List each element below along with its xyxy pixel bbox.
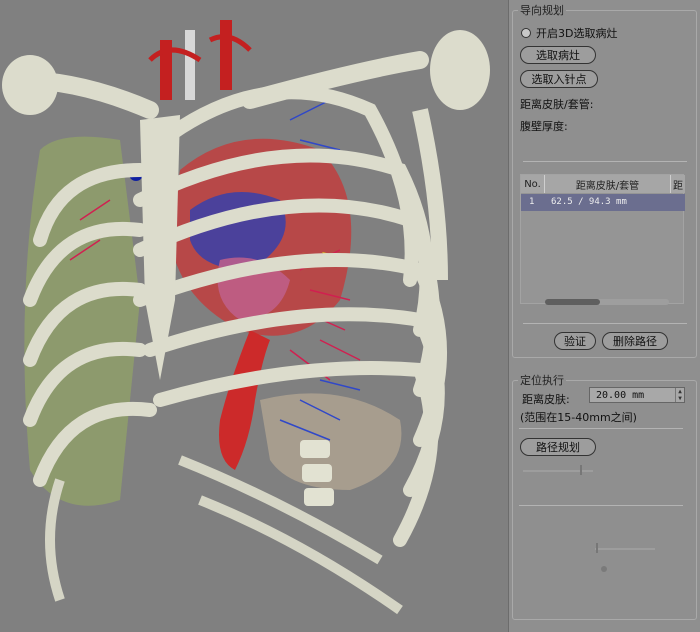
table-scrollbar-thumb[interactable] [545,299,600,305]
delete-path-button[interactable]: 删除路径 [602,332,668,350]
disabled-slider-1-thumb [580,465,582,475]
navigation-title: 导向规划 [518,2,566,18]
skin-distance-input-label: 距离皮肤: [522,393,570,406]
disabled-dot [601,566,607,572]
route-table[interactable]: No. 距离皮肤/套管 距 1 62.5 / 94.3 mm [520,174,685,305]
right-shoulder [430,30,490,110]
fat-thickness-label: 腹壁厚度: [520,120,568,133]
ribcage-render [2,20,490,615]
disabled-slider-2-thumb [596,543,598,553]
spine [300,440,334,506]
table-scrollbar[interactable] [545,299,669,305]
trachea [185,30,195,100]
control-panel: 导向规划 开启3D选取病灶 选取病灶 选取入针点 距离皮肤/套管: 腹壁厚度: … [508,0,700,632]
positioning-divider [519,428,683,429]
navigation-section: 导向规划 开启3D选取病灶 选取病灶 选取入针点 距离皮肤/套管: 腹壁厚度: … [512,2,697,358]
select-entry-button[interactable]: 选取入针点 [520,70,598,88]
disabled-divider [519,505,683,506]
disabled-slider-1 [523,470,593,472]
table-divider [523,323,687,324]
table-header-no[interactable]: No. [521,175,545,193]
table-header-extra[interactable]: 距 [671,175,685,193]
row-value: 62.5 / 94.3 mm [551,197,627,207]
row-no: 1 [529,197,535,207]
lung-left [24,136,140,506]
enable-3d-label: 开启3D选取病灶 [536,27,618,40]
select-lesion-button[interactable]: 选取病灶 [520,46,596,64]
skin-distance-value: 20.00 mm [596,389,645,401]
path-plan-button[interactable]: 路径规划 [520,438,596,456]
range-hint: (范围在15-40mm之间) [520,411,637,424]
table-header-distance[interactable]: 距离皮肤/套管 [545,175,671,193]
artery-2 [220,20,232,90]
left-shoulder [2,55,58,115]
spin-arrows-icon[interactable]: ▲ ▼ [675,388,684,402]
disabled-slider-2 [595,548,655,550]
skin-distance-spinbox[interactable]: 20.00 mm ▲ ▼ [589,387,685,403]
table-row[interactable]: 1 62.5 / 94.3 mm [521,194,685,211]
skin-distance-label: 距离皮肤/套管: [520,98,594,111]
positioning-title: 定位执行 [518,372,566,388]
3d-viewport[interactable] [0,0,508,632]
verify-button[interactable]: 验证 [554,332,596,350]
enable-3d-option[interactable]: 开启3D选取病灶 [521,25,617,41]
enable-3d-radio[interactable] [521,28,531,38]
navigation-divider [523,161,687,162]
